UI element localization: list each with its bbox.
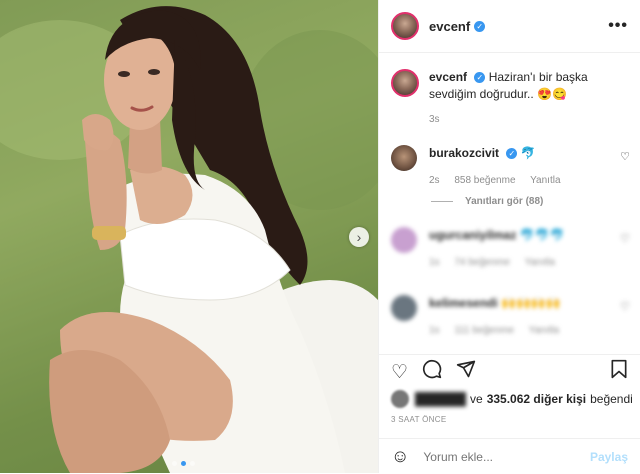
reply-button[interactable]: Yanıtla	[525, 257, 555, 268]
view-replies-label: Yanıtları gör (88)	[465, 196, 544, 207]
commenter-avatar[interactable]	[391, 145, 417, 171]
comment-input[interactable]	[421, 448, 590, 465]
caption-username[interactable]: evcenf	[429, 70, 467, 84]
commenter-avatar[interactable]	[391, 295, 417, 321]
comment-text: 🐬	[520, 146, 536, 160]
reply-button[interactable]: Yanıtla	[530, 175, 560, 186]
view-replies-button[interactable]: Yanıtları gör (88)	[431, 196, 543, 207]
post-side-panel: evcenf ✓ ••• evcenf ✓ Haziran'ı bir başk…	[378, 0, 640, 473]
carousel-dot	[190, 461, 195, 466]
post-timestamp[interactable]: 3 SAAT ÖNCE	[391, 415, 446, 424]
comment-row: ugurcaniyilmaz 🐬🐬🐬 1s 74 beğenme Yanıtla	[391, 227, 630, 271]
comment-row: burakozcivit ✓ 🐬 2s 858 beğenme Yanıtla	[391, 145, 630, 189]
liker-avatar[interactable]	[391, 390, 409, 408]
comment-meta: 1s 111 beğenme Yanıtla	[429, 322, 571, 339]
photo-illustration	[0, 0, 378, 473]
reply-button[interactable]: Yanıtla	[529, 325, 559, 336]
comment-text: 🐬🐬🐬	[519, 228, 565, 242]
more-options-icon[interactable]: •••	[608, 17, 628, 35]
comment-age[interactable]: 2s	[429, 175, 440, 186]
comment-meta: 1s 74 beğenme Yanıtla	[429, 254, 567, 271]
replies-divider	[431, 201, 453, 202]
likes-summary: ██████ ve 335.062 diğer kişi beğendi	[391, 390, 633, 408]
commenter-avatar[interactable]	[391, 227, 417, 253]
likes-count[interactable]: 335.062 diğer kişi	[487, 392, 586, 406]
likes-suffix: beğendi	[590, 392, 633, 406]
post-photo[interactable]: ›	[0, 0, 378, 473]
carousel-dot-active	[181, 461, 186, 466]
commenter-username[interactable]: burakozcivit	[429, 146, 499, 160]
commenter-username[interactable]: kelimesendi	[429, 296, 498, 310]
action-bar: ♡	[379, 354, 640, 389]
carousel-indicator	[172, 461, 195, 466]
verified-badge-icon: ✓	[474, 72, 486, 84]
comment-like-count[interactable]: 858 beğenme	[454, 175, 515, 186]
caption-age[interactable]: 3s	[429, 114, 440, 125]
chevron-right-icon: ›	[356, 229, 362, 245]
caption-avatar[interactable]	[391, 69, 419, 97]
comment-age[interactable]: 1s	[429, 325, 440, 336]
comment-icon[interactable]	[422, 359, 442, 385]
add-comment-bar: ☺ Paylaş	[379, 438, 640, 474]
comment-like-count[interactable]: 111 beğenme	[454, 325, 514, 336]
caption-row: evcenf ✓ Haziran'ı bir başka sevdiğim do…	[391, 69, 630, 128]
smiley-icon[interactable]: ☺	[391, 446, 409, 467]
comment-age[interactable]: 1s	[429, 257, 440, 268]
comment-meta: 2s 858 beğenme Yanıtla	[429, 172, 573, 189]
comment-text: 🙌🙌🙌🙌	[501, 296, 561, 310]
liker-username[interactable]: ██████	[415, 392, 466, 406]
instagram-post: › evcenf ✓ ••• evcenf ✓ Haziran'ı bir ba…	[0, 0, 640, 473]
author-avatar[interactable]	[391, 12, 419, 40]
comment-like-heart-icon[interactable]: ♡	[620, 300, 630, 313]
comments-list[interactable]: evcenf ✓ Haziran'ı bir başka sevdiğim do…	[379, 53, 640, 353]
caption-meta: 3s	[429, 111, 630, 128]
author-username[interactable]: evcenf	[429, 19, 470, 34]
verified-badge-icon: ✓	[506, 148, 518, 160]
carousel-dot	[172, 461, 177, 466]
verified-badge-icon: ✓	[474, 20, 486, 32]
share-icon[interactable]	[456, 359, 476, 385]
comment-like-heart-icon[interactable]: ♡	[620, 232, 630, 245]
heart-icon[interactable]: ♡	[391, 361, 408, 384]
post-comment-button[interactable]: Paylaş	[590, 450, 628, 464]
post-header: evcenf ✓ •••	[379, 0, 640, 53]
comment-like-count[interactable]: 74 beğenme	[454, 257, 510, 268]
comment-like-heart-icon[interactable]: ♡	[620, 150, 630, 163]
likes-prefix: ve	[470, 392, 483, 406]
bookmark-icon[interactable]	[610, 359, 628, 385]
next-photo-button[interactable]: ›	[349, 227, 369, 247]
comment-row: kelimesendi 🙌🙌🙌🙌 1s 111 beğenme Yanıtla	[391, 295, 630, 339]
commenter-username[interactable]: ugurcaniyilmaz	[429, 228, 516, 242]
